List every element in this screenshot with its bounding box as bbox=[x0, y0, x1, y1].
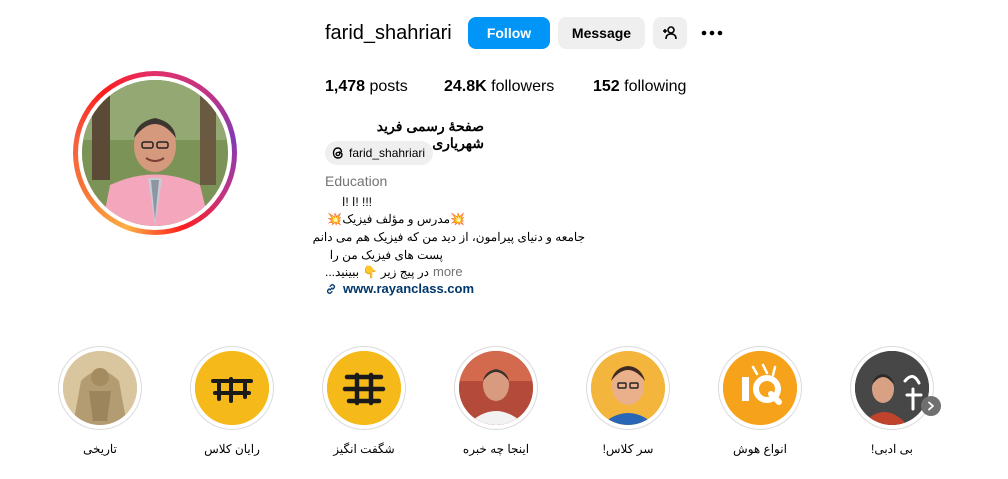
highlight-label: انواع هوش bbox=[733, 442, 787, 456]
highlight-label: تاریخی bbox=[83, 442, 117, 456]
ancient-relief-icon bbox=[63, 351, 137, 425]
highlight-label: شگفت انگیز bbox=[333, 442, 395, 456]
following-count: 152 bbox=[593, 78, 620, 95]
highlight-label: اینجا چه خبره bbox=[462, 442, 530, 456]
person-photo-icon bbox=[459, 351, 533, 425]
highlight-label: بی ادبی! bbox=[870, 442, 914, 456]
following-label: following bbox=[624, 78, 687, 95]
highlight-item[interactable]: تاریخی bbox=[55, 346, 145, 456]
highlight-item[interactable]: سر کلاس! bbox=[583, 346, 673, 456]
rayan-class-logo-icon bbox=[195, 351, 269, 425]
following-stat[interactable]: 152 following bbox=[593, 78, 686, 96]
iq-logo-icon bbox=[723, 351, 797, 425]
threads-badge[interactable]: farid_shahriari bbox=[325, 141, 434, 165]
profile-username: farid_shahriari bbox=[325, 22, 452, 44]
bio-more-link[interactable]: more bbox=[433, 264, 463, 279]
highlight-item[interactable]: شگفت انگیز bbox=[319, 346, 409, 456]
highlight-item[interactable]: انواع هوش bbox=[715, 346, 805, 456]
amazing-logo-icon bbox=[327, 351, 401, 425]
website-link[interactable]: www.rayanclass.com bbox=[325, 281, 474, 296]
more-options-icon[interactable] bbox=[699, 22, 725, 44]
follow-button[interactable]: Follow bbox=[468, 17, 550, 49]
threads-handle: farid_shahriari bbox=[349, 146, 426, 160]
bio-line-5: در پیج زیر 👇 ببینید... bbox=[324, 265, 429, 279]
highlights-next-button[interactable] bbox=[921, 396, 941, 416]
followers-label: followers bbox=[491, 78, 555, 95]
highlight-item[interactable]: اینجا چه خبره bbox=[451, 346, 541, 456]
profile-category: Education bbox=[325, 173, 388, 189]
website-url: www.rayanclass.com bbox=[343, 281, 475, 296]
chevron-right-icon bbox=[928, 401, 934, 411]
bio-line-2: 💥مدرس و مؤلف فیزیک💥 bbox=[327, 212, 465, 226]
profile-photo bbox=[82, 80, 228, 226]
profile-avatar[interactable] bbox=[73, 71, 237, 235]
bio-line-4: پست های فیزیک من را bbox=[329, 248, 443, 262]
followers-count: 24.8K bbox=[444, 78, 487, 95]
posts-count: 1,478 bbox=[325, 78, 366, 95]
followers-stat[interactable]: 24.8K followers bbox=[444, 78, 554, 96]
person-photo-dark-icon bbox=[855, 351, 929, 425]
posts-stat: 1,478 posts bbox=[325, 78, 408, 96]
bio-line-1: !!! !ا !ا bbox=[341, 195, 372, 209]
posts-label: posts bbox=[369, 78, 408, 95]
cartoon-portrait-icon bbox=[591, 351, 665, 425]
threads-icon bbox=[332, 147, 343, 159]
highlight-label: سر کلاس! bbox=[602, 442, 654, 456]
message-button[interactable]: Message bbox=[558, 17, 645, 49]
suggested-users-button[interactable] bbox=[653, 17, 687, 49]
highlight-label: رایان کلاس bbox=[204, 442, 260, 456]
link-icon bbox=[326, 283, 336, 294]
bio-line-3: جامعه و دنیای پیرامون، از دید من که فیزی… bbox=[312, 230, 585, 244]
person-illustration bbox=[82, 80, 228, 226]
highlight-item[interactable]: رایان کلاس bbox=[187, 346, 277, 456]
add-person-icon bbox=[663, 26, 677, 40]
